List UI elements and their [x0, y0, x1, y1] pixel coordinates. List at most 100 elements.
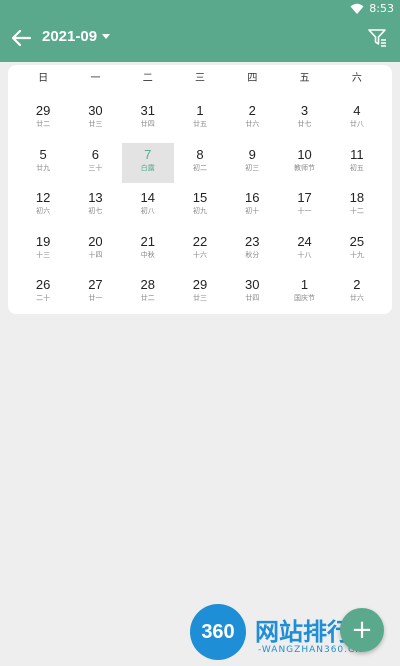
- lunar-date: 中秋: [140, 250, 155, 259]
- day-cell[interactable]: 17 十一: [278, 186, 330, 226]
- day-cell[interactable]: 4 廿八: [331, 99, 383, 139]
- day-cell[interactable]: 29 廿三: [174, 273, 226, 313]
- day-cell[interactable]: 6 三十: [69, 143, 121, 183]
- day-cell[interactable]: 22 十六: [174, 230, 226, 270]
- day-number: 18: [349, 190, 365, 206]
- weekday-label: 六: [351, 73, 362, 84]
- day-number: 1: [300, 277, 309, 293]
- day-number: 17: [297, 190, 312, 206]
- day-cell[interactable]: 1 廿五: [174, 99, 226, 139]
- day-cell[interactable]: 2 廿六: [226, 99, 278, 139]
- day-cell[interactable]: 26 二十: [17, 273, 69, 313]
- weekday-label: 五: [299, 73, 310, 84]
- lunar-date: 廿四: [245, 294, 260, 303]
- day-cell[interactable]: 16 初十: [226, 186, 278, 226]
- filter-icon[interactable]: [366, 26, 388, 48]
- day-cell[interactable]: 11 初五: [331, 143, 383, 183]
- weekday-label: 三: [195, 73, 206, 84]
- day-number: 12: [35, 190, 51, 206]
- day-cell[interactable]: 9 初三: [226, 143, 278, 183]
- calendar-card: 日一二三四五六 29 廿二 30 廿三 31 廿四 1 廿五 2 廿六 3 廿七 4 廿八 5 廿九 6 三十 7 白…: [8, 65, 392, 314]
- day-cell[interactable]: 19 十三: [17, 230, 69, 270]
- day-cell[interactable]: 13 初七: [69, 186, 121, 226]
- lunar-date: 十二: [349, 207, 364, 216]
- month-selector[interactable]: 2021-09: [42, 28, 111, 45]
- lunar-date: 初五: [349, 163, 364, 172]
- add-event-button[interactable]: +: [340, 608, 384, 652]
- lunar-date: 廿七: [297, 120, 312, 128]
- day-number: 22: [192, 233, 208, 249]
- lunar-date: 初十: [245, 207, 260, 216]
- lunar-date: 廿六: [349, 294, 364, 303]
- week-row: 19 十三 20 十四 21 中秋 22 十六 23 秋分 24 十八 25 十九: [17, 230, 383, 274]
- day-number: 27: [88, 277, 103, 293]
- status-time: 8:53: [369, 2, 394, 15]
- day-number: 7: [144, 146, 152, 162]
- day-cell[interactable]: 14 初八: [122, 186, 174, 226]
- day-cell[interactable]: 8 初二: [174, 143, 226, 183]
- day-cell[interactable]: 10 教师节: [278, 143, 330, 183]
- weekday-label: 日: [38, 73, 49, 84]
- day-cell[interactable]: 31 廿四: [122, 99, 174, 139]
- day-number: 20: [88, 233, 103, 249]
- lunar-date: 十九: [349, 250, 364, 259]
- lunar-date: 十三: [36, 250, 51, 259]
- day-number: 30: [245, 277, 260, 293]
- day-number: 4: [353, 103, 361, 118]
- day-number: 25: [349, 233, 365, 249]
- day-number: 19: [35, 233, 51, 249]
- day-cell[interactable]: 3 廿七: [278, 99, 330, 139]
- day-cell[interactable]: 27 廿一: [69, 273, 121, 313]
- day-cell[interactable]: 15 初九: [174, 186, 226, 226]
- day-number: 1: [196, 103, 204, 118]
- day-cell[interactable]: 1 国庆节: [278, 273, 330, 313]
- weekday-label: 二: [142, 73, 153, 84]
- watermark-logo: 360: [190, 604, 246, 660]
- day-cell[interactable]: 18 十二: [331, 186, 383, 226]
- week-row: 26 二十 27 廿一 28 廿二 29 廿三 30 廿四 1 国庆节 2 廿六: [17, 273, 383, 317]
- day-number: 16: [245, 190, 260, 206]
- weekday-header: 日一二三四五六: [8, 65, 392, 93]
- day-number: 10: [297, 146, 312, 162]
- day-cell[interactable]: 30 廿三: [69, 99, 121, 139]
- lunar-date: 初二: [192, 163, 207, 172]
- day-cell[interactable]: 7 白露: [121, 142, 174, 183]
- day-number: 24: [297, 233, 312, 249]
- day-cell[interactable]: 24 十八: [278, 230, 330, 270]
- week-row: 12 初六 13 初七 14 初八 15 初九 16 初十 17 十一 18 十二: [17, 186, 383, 230]
- lunar-date: 廿三: [192, 294, 207, 303]
- lunar-date: 廿五: [192, 120, 207, 128]
- lunar-date: 初九: [192, 207, 207, 216]
- lunar-date: 廿九: [36, 163, 51, 172]
- day-cell[interactable]: 28 廿二: [122, 273, 174, 313]
- lunar-date: 白露: [140, 163, 155, 172]
- day-number: 5: [39, 146, 47, 162]
- lunar-date: 初三: [245, 163, 260, 172]
- day-cell[interactable]: 30 廿四: [226, 273, 278, 313]
- day-number: 2: [353, 277, 361, 293]
- lunar-date: 秋分: [245, 250, 260, 259]
- day-cell[interactable]: 2 廿六: [331, 273, 383, 313]
- lunar-date: 廿三: [88, 120, 103, 128]
- day-number: 8: [196, 146, 204, 162]
- lunar-date: 十一: [297, 207, 312, 216]
- day-number: 29: [192, 277, 208, 293]
- day-number: 15: [192, 190, 208, 206]
- back-arrow-icon[interactable]: [10, 27, 32, 49]
- status-bar: 8:53: [0, 0, 400, 18]
- day-cell[interactable]: 29 廿二: [17, 99, 69, 139]
- day-number: 30: [88, 103, 103, 118]
- day-cell[interactable]: 23 秋分: [226, 230, 278, 270]
- day-number: 14: [140, 190, 155, 206]
- week-row: 29 廿二 30 廿三 31 廿四 1 廿五 2 廿六 3 廿七 4 廿八: [17, 99, 383, 143]
- day-cell[interactable]: 12 初六: [17, 186, 69, 226]
- day-cell[interactable]: 21 中秋: [122, 230, 174, 270]
- day-cell[interactable]: 25 十九: [331, 230, 383, 270]
- caret-down-icon: [102, 34, 111, 39]
- day-number: 21: [140, 233, 155, 249]
- day-cell[interactable]: 5 廿九: [17, 143, 69, 183]
- lunar-date: 初七: [88, 207, 103, 216]
- day-cell[interactable]: 20 十四: [69, 230, 121, 270]
- day-number: 6: [91, 146, 100, 162]
- lunar-date: 十六: [192, 250, 207, 259]
